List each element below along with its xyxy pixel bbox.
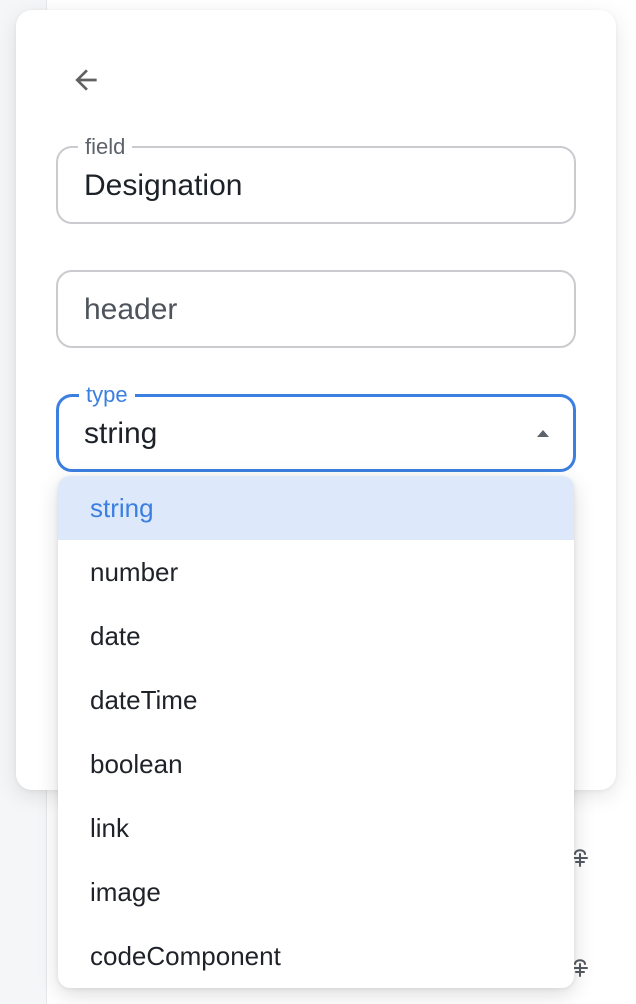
dropdown-option-string[interactable]: string [58,476,574,540]
field-input-label: field [78,134,133,160]
type-select-label: type [79,382,135,408]
dropdown-option-boolean[interactable]: boolean [58,732,574,796]
caret-up-icon[interactable] [537,430,549,437]
dropdown-option-codecomponent[interactable]: codeComponent [58,924,574,988]
dropdown-option-datetime[interactable]: dateTime [58,668,574,732]
arrow-left-icon [75,69,97,91]
back-button[interactable] [66,62,106,98]
field-input-value[interactable]: Designation [84,167,518,205]
type-select[interactable]: type string [56,382,576,472]
field-input[interactable]: field Designation [56,134,576,224]
header-input-placeholder[interactable]: header [84,291,518,329]
dropdown-option-link[interactable]: link [58,796,574,860]
dropdown-option-date[interactable]: date [58,604,574,668]
type-dropdown-menu: string number date dateTime boolean link… [58,476,574,988]
dropdown-option-number[interactable]: number [58,540,574,604]
type-select-value[interactable]: string [84,415,517,453]
dropdown-option-image[interactable]: image [58,860,574,924]
header-input[interactable]: header [56,270,576,348]
